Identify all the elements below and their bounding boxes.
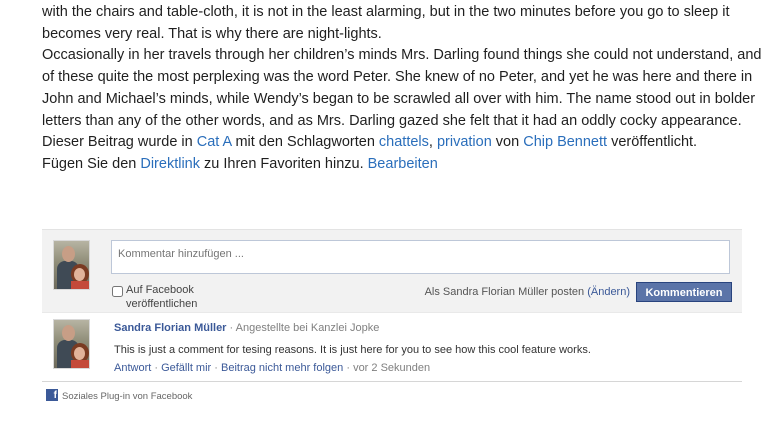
comment-text: This is just a comment for tesing reason… <box>114 344 591 356</box>
unfollow-link[interactable]: Beitrag nicht mehr folgen <box>221 362 343 374</box>
comment-input[interactable] <box>111 240 730 274</box>
comment-actions: Antwort · Gefällt mir · Beitrag nicht me… <box>114 362 430 374</box>
posting-as-text: Als Sandra Florian Müller posten <box>424 286 585 298</box>
meta-text: Dieser Beitrag wurde in <box>42 134 197 151</box>
article-text: with the chairs and table-cloth, it is n… <box>42 2 777 176</box>
comment-header: Sandra Florian Müller · Angestellte bei … <box>114 322 379 334</box>
posting-as: Als Sandra Florian Müller posten (Ändern… <box>425 286 630 298</box>
category-link[interactable]: Cat A <box>197 134 232 150</box>
social-plugin-label: Soziales Plug-in von Facebook <box>62 391 193 402</box>
comment-timestamp: vor 2 Sekunden <box>353 362 431 374</box>
separator: · <box>151 362 162 374</box>
avatar <box>53 240 90 290</box>
meta-text: , <box>428 134 437 151</box>
social-plugin-footer: f Soziales Plug-in von Facebook <box>46 389 192 402</box>
post-meta: Dieser Beitrag wurde in Cat A mit den Sc… <box>42 132 777 154</box>
comment-author-role: · Angestellte bei Kanzlei Jopke <box>226 322 380 334</box>
meta-text: veröffentlicht. <box>607 134 698 151</box>
meta-text: zu Ihren Favoriten hinzu. <box>199 155 368 172</box>
submit-comment-button[interactable]: Kommentieren <box>636 282 732 302</box>
author-link[interactable]: Chip Bennett <box>523 134 607 150</box>
meta-text: von <box>491 134 524 151</box>
article-paragraph: Occasionally in her travels through her … <box>42 47 762 129</box>
comment-item: Sandra Florian Müller · Angestellte bei … <box>42 319 742 382</box>
article-line: with the chairs and table-cloth, it is n… <box>42 4 730 20</box>
post-to-facebook-label: Auf Facebook veröffentlichen <box>126 284 198 310</box>
separator: · <box>211 362 221 374</box>
article-line: becomes very real. That is why there are… <box>42 25 382 42</box>
tag-link[interactable]: chattels <box>379 134 429 150</box>
avatar <box>53 319 90 369</box>
post-to-facebook-checkbox[interactable] <box>112 286 123 297</box>
separator: · <box>343 362 354 374</box>
meta-text: mit den Schlagworten <box>231 134 379 151</box>
comment-author-link[interactable]: Sandra Florian Müller <box>114 322 226 334</box>
reply-link[interactable]: Antwort <box>114 362 151 374</box>
change-account-link[interactable]: (Ändern) <box>587 286 630 298</box>
permalink-link[interactable]: Direktlink <box>140 156 200 172</box>
meta-text: Fügen Sie den <box>42 155 141 172</box>
facebook-icon: f <box>46 389 58 401</box>
fb-comment-composer: Auf Facebook veröffentlichen Als Sandra … <box>42 229 742 313</box>
edit-link[interactable]: Bearbeiten <box>368 156 438 172</box>
tag-link[interactable]: privation <box>437 134 492 150</box>
like-link[interactable]: Gefällt mir <box>161 362 211 374</box>
permalink-line: Fügen Sie den Direktlink zu Ihren Favori… <box>42 154 777 176</box>
